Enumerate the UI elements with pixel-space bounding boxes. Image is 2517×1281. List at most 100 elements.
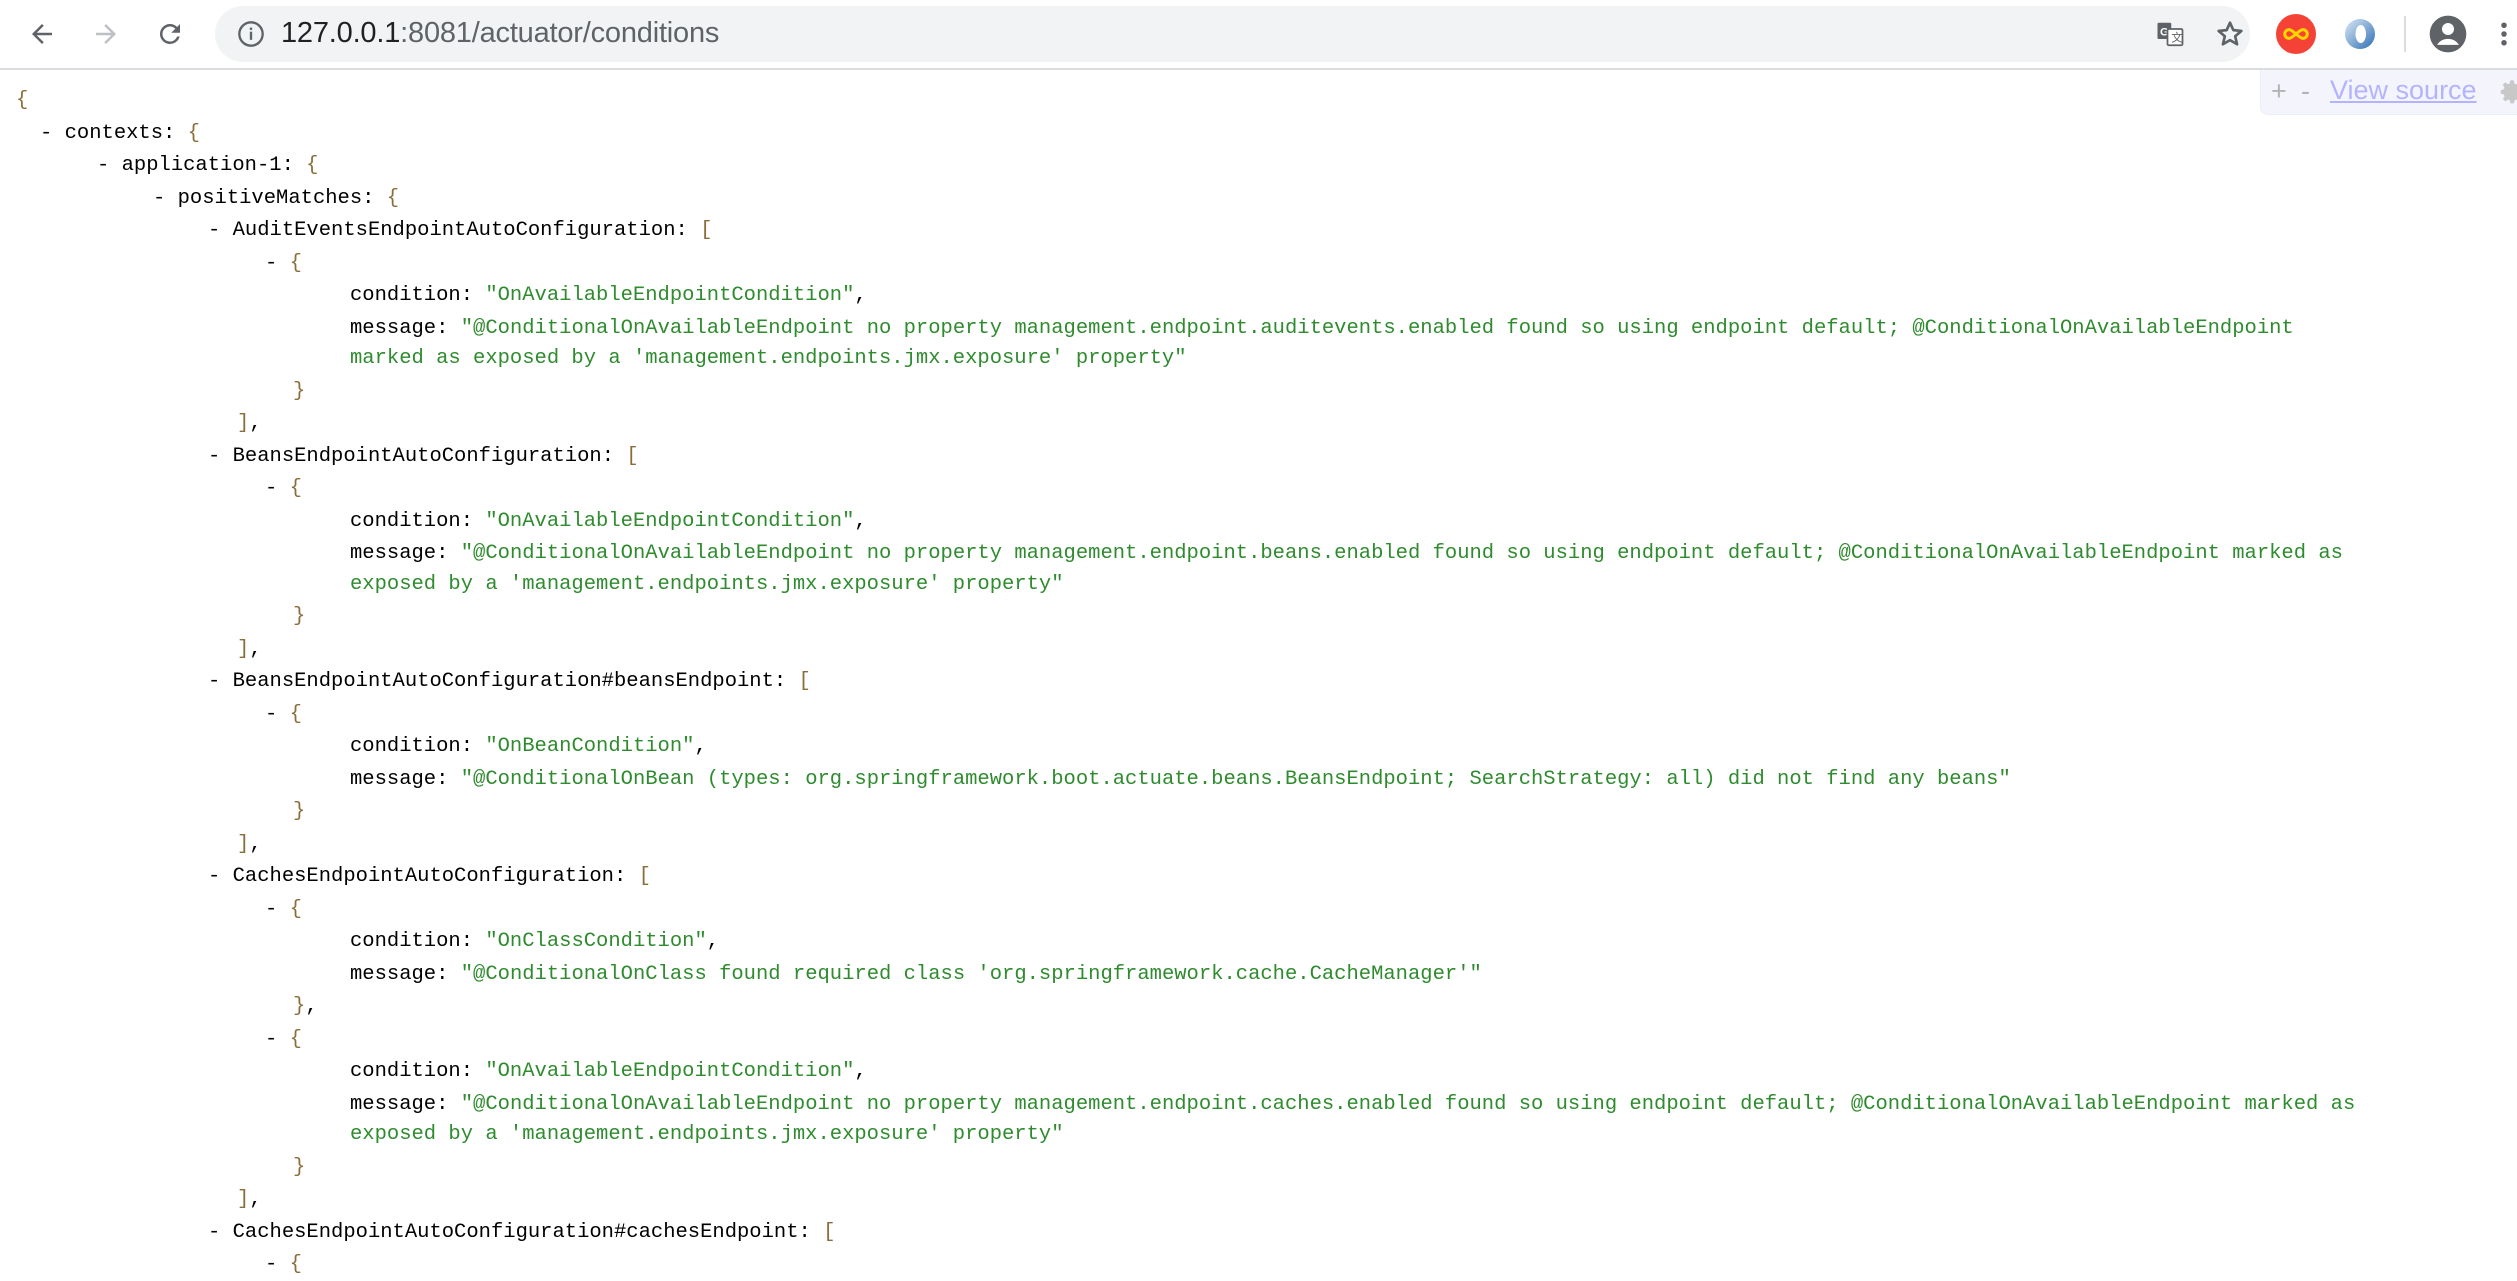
json-viewer: { - contexts: {- application-1: {- positi… — [0, 70, 2517, 1276]
gear-icon[interactable] — [2499, 78, 2517, 106]
colon: : — [798, 1220, 824, 1244]
collapse-toggle[interactable]: - — [208, 865, 220, 888]
blue-ring-extension-icon[interactable] — [2340, 14, 2380, 54]
message-field-wrap: marked as exposed by a 'management.endpo… — [350, 343, 1187, 375]
back-button[interactable] — [20, 12, 64, 56]
message-value: "@ConditionalOnAvailableEndpoint no prop… — [460, 316, 2294, 340]
condition-object[interactable]: - { — [265, 1024, 302, 1056]
message-value-continued: exposed by a 'management.endpoints.jmx.e… — [350, 1123, 1064, 1146]
info-icon[interactable] — [237, 20, 265, 48]
colon: : — [436, 542, 461, 565]
bookmark-button[interactable] — [2212, 16, 2248, 52]
expand-all-button[interactable]: + — [2271, 76, 2287, 107]
condition-object[interactable]: - { — [265, 1249, 302, 1281]
message-field: message: "@ConditionalOnAvailableEndpoin… — [350, 313, 2294, 345]
message-field: message: "@ConditionalOnClass found requ… — [350, 959, 1482, 991]
translate-button[interactable]: G 文 — [2152, 16, 2188, 52]
comma: , — [249, 637, 262, 661]
forward-button[interactable] — [84, 12, 128, 56]
infinity-extension-icon[interactable] — [2276, 14, 2316, 54]
message-value: "@ConditionalOnAvailableEndpoint no prop… — [460, 542, 2343, 565]
condition-key: condition — [350, 509, 461, 533]
collapse-all-button[interactable]: - — [2301, 76, 2310, 107]
condition-key: condition — [350, 930, 461, 953]
comma: , — [706, 930, 720, 953]
comma: , — [249, 832, 262, 856]
condition-value: "OnAvailableEndpointCondition" — [485, 284, 855, 307]
collapse-toggle[interactable]: - — [265, 703, 277, 726]
config-entry-end: ], — [237, 829, 262, 861]
translate-icon: G 文 — [2157, 22, 2184, 47]
condition-key: condition — [350, 284, 461, 307]
json-viewer-controls: + - View source — [2260, 70, 2517, 115]
collapse-toggle[interactable]: - — [265, 477, 277, 500]
collapse-toggle[interactable]: - — [265, 898, 277, 921]
config-entry-end: ], — [237, 408, 262, 440]
open-bracket: [ — [798, 670, 811, 693]
more-vertical-icon — [2501, 22, 2507, 46]
colon: : — [773, 670, 799, 693]
collapse-toggle[interactable]: - — [208, 445, 220, 468]
colon: : — [460, 930, 486, 953]
view-source-link[interactable]: View source — [2330, 75, 2477, 106]
config-entry[interactable]: - CachesEndpointAutoConfiguration: [ — [208, 861, 651, 893]
collapse-toggle[interactable]: - — [208, 1221, 220, 1244]
condition-object[interactable]: - { — [265, 248, 302, 280]
condition-value: "OnBeanCondition" — [485, 735, 695, 758]
entry-key: BeansEndpointAutoConfiguration — [232, 444, 602, 468]
collapse-toggle[interactable]: - — [265, 1253, 277, 1276]
message-key: message — [350, 316, 437, 340]
collapse-toggle[interactable]: - — [265, 252, 277, 275]
condition-object[interactable]: - { — [265, 699, 302, 731]
entry-key: CachesEndpointAutoConfiguration#cachesEn… — [232, 1220, 799, 1244]
message-field-wrap: exposed by a 'management.endpoints.jmx.e… — [350, 569, 1064, 601]
address-bar[interactable]: 127.0.0.1:8081/actuator/conditions G 文 — [215, 6, 2250, 62]
root-open-brace: { — [16, 89, 29, 112]
config-entry[interactable]: - BeansEndpointAutoConfiguration#beansEn… — [208, 666, 811, 698]
condition-key: condition — [350, 1060, 461, 1083]
reload-button[interactable] — [148, 12, 192, 56]
collapse-toggle[interactable]: - — [208, 219, 220, 242]
config-entry[interactable]: - AuditEventsEndpointAutoConfiguration: … — [208, 215, 712, 247]
condition-object[interactable]: - { — [265, 473, 302, 505]
colon: : — [601, 444, 627, 468]
svg-text:文: 文 — [2171, 31, 2182, 45]
comma: , — [305, 995, 318, 1018]
url-host: 127.0.0.1 — [281, 17, 401, 49]
config-entry-end: ], — [237, 1184, 262, 1216]
colon: : — [436, 316, 461, 340]
colon: : — [675, 219, 701, 242]
close-brace: } — [293, 605, 306, 628]
profile-button[interactable] — [2428, 14, 2468, 54]
config-entry[interactable]: - BeansEndpointAutoConfiguration: [ — [208, 441, 639, 473]
menu-button[interactable] — [2494, 14, 2514, 54]
collapse-toggle[interactable]: - — [153, 187, 165, 210]
node-positive-matches[interactable]: - positiveMatches: { — [153, 183, 399, 215]
collapse-toggle[interactable]: - — [40, 122, 52, 145]
message-value: "@ConditionalOnBean (types: org.springfr… — [460, 767, 2011, 791]
open-brace: { — [289, 702, 302, 726]
collapse-toggle[interactable]: - — [208, 670, 220, 693]
collapse-toggle[interactable]: - — [97, 154, 109, 177]
close-bracket: ] — [237, 412, 250, 435]
message-field: message: "@ConditionalOnAvailableEndpoin… — [350, 538, 2343, 570]
close-brace: } — [293, 1155, 306, 1179]
node-application-1[interactable]: - application-1: { — [97, 150, 318, 182]
open-brace: { — [289, 1027, 302, 1051]
url-text[interactable]: 127.0.0.1:8081/actuator/conditions — [281, 17, 719, 50]
condition-key: condition — [350, 735, 461, 758]
config-entry[interactable]: - CachesEndpointAutoConfiguration#caches… — [208, 1217, 835, 1249]
node-contexts[interactable]: - contexts: { — [40, 118, 200, 150]
condition-object[interactable]: - { — [265, 894, 302, 926]
collapse-toggle[interactable]: - — [265, 1028, 277, 1051]
close-brace: } — [293, 800, 306, 823]
comma: , — [854, 509, 867, 533]
